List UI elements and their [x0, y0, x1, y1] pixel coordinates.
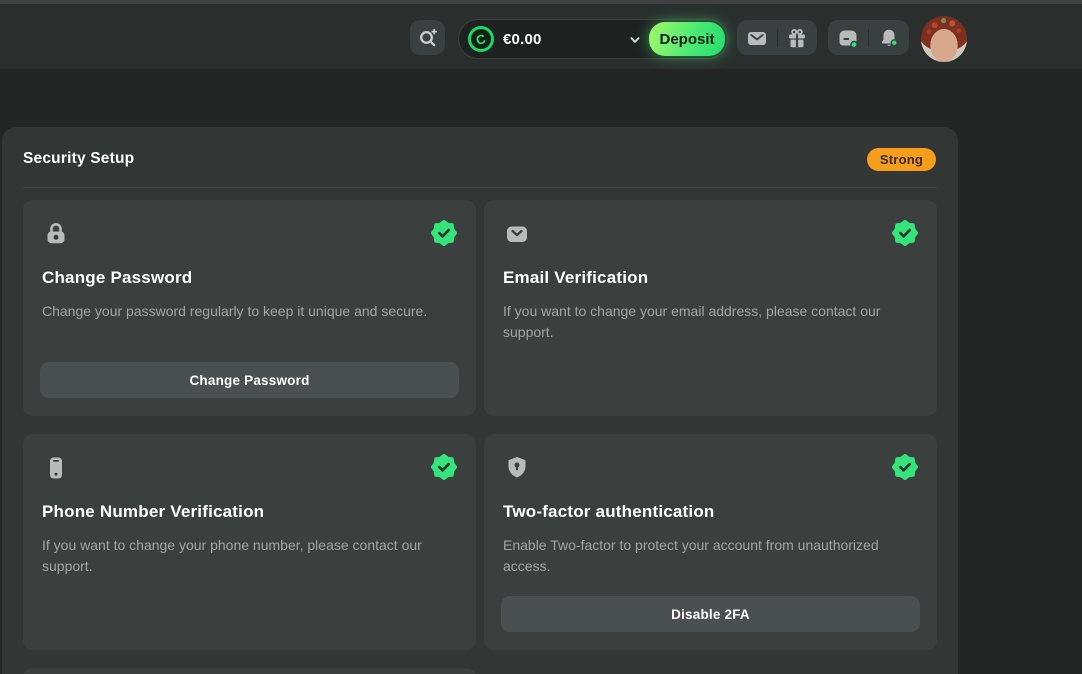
card-title: Change Password: [42, 268, 457, 288]
disable-2fa-button[interactable]: Disable 2FA: [501, 596, 920, 632]
wallet-selector[interactable]: C €0.00 Deposit: [458, 19, 728, 59]
card-partial: [23, 668, 476, 674]
wallet-balance: €0.00: [503, 31, 542, 48]
card-two-factor: Two-factor authentication Enable Two-fac…: [484, 434, 937, 650]
card-title: Email Verification: [503, 268, 918, 288]
card-description: If you want to change your email address…: [503, 301, 918, 343]
change-password-button[interactable]: Change Password: [40, 362, 459, 398]
divider: [868, 29, 869, 47]
chat-notifications-group: [828, 20, 909, 55]
mail-gift-group: [737, 20, 817, 55]
card-change-password: Change Password Change your password reg…: [23, 200, 476, 416]
lock-icon: [42, 220, 70, 248]
card-description: Change your password regularly to keep i…: [42, 301, 457, 322]
verified-badge-icon: [892, 454, 918, 480]
notifications-button[interactable]: [873, 26, 905, 50]
deposit-button[interactable]: Deposit: [649, 22, 725, 56]
divider: [23, 187, 937, 188]
chat-button[interactable]: [832, 26, 864, 50]
verified-badge-icon: [431, 220, 457, 246]
bell-icon: [877, 26, 901, 50]
mail-icon: [745, 26, 769, 50]
card-description: Enable Two-factor to protect your accoun…: [503, 535, 918, 577]
card-description: If you want to change your phone number,…: [42, 535, 457, 577]
chat-icon: [836, 26, 860, 50]
gift-button[interactable]: [781, 26, 813, 50]
envelope-icon: [503, 220, 531, 248]
navbar: C €0.00 Deposit: [0, 4, 1082, 69]
security-setup-panel: Security Setup Strong: [2, 127, 958, 674]
card-title: Phone Number Verification: [42, 502, 457, 522]
shield-icon: [503, 454, 531, 482]
security-cards-grid: Change Password Change your password reg…: [23, 200, 937, 674]
mail-button[interactable]: [741, 26, 773, 50]
empty-grid-cell: [484, 668, 937, 674]
divider: [777, 29, 778, 47]
card-email-verification: Email Verification If you want to change…: [484, 200, 937, 416]
card-title: Two-factor authentication: [503, 502, 918, 522]
search-icon: [417, 27, 439, 49]
user-avatar[interactable]: [921, 16, 967, 62]
page-title: Security Setup: [23, 150, 134, 167]
phone-icon: [42, 454, 70, 482]
verified-badge-icon: [892, 220, 918, 246]
password-strength-badge: Strong: [867, 148, 936, 171]
chevron-down-icon: [628, 33, 642, 47]
verified-badge-icon: [431, 454, 457, 480]
card-phone-verification: Phone Number Verification If you want to…: [23, 434, 476, 650]
coin-icon: C: [468, 26, 494, 52]
gift-icon: [785, 26, 809, 50]
search-button[interactable]: [410, 20, 445, 55]
